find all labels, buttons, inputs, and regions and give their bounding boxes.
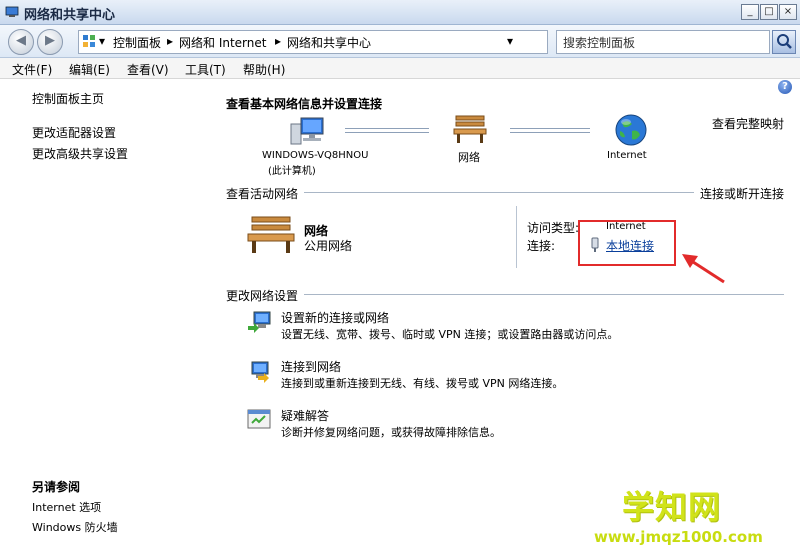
task-title-new-connection[interactable]: 设置新的连接或网络 — [281, 309, 389, 326]
control-panel-icon — [83, 35, 95, 47]
menu-view[interactable]: 查看(V) — [127, 61, 169, 78]
breadcrumb-network-internet[interactable]: 网络和 Internet — [179, 34, 266, 51]
task-title-connect-network[interactable]: 连接到网络 — [281, 358, 341, 375]
task-desc-connect-network: 连接到或重新连接到无线、有线、拨号或 VPN 网络连接。 — [281, 377, 564, 390]
back-arrow-icon: ◀ — [16, 33, 26, 48]
change-settings-heading: 更改网络设置 — [226, 289, 299, 303]
breadcrumb-separator-icon[interactable]: ▸ — [275, 34, 281, 48]
search-input[interactable]: 搜索控制面板 — [556, 30, 770, 54]
internet-label: Internet — [607, 150, 647, 161]
menu-help[interactable]: 帮助(H) — [243, 61, 285, 78]
globe-icon — [615, 114, 647, 146]
connection-line — [510, 128, 590, 133]
forward-button[interactable]: ▶ — [37, 29, 63, 55]
connection-line — [345, 128, 429, 133]
search-placeholder: 搜索控制面板 — [563, 36, 636, 50]
divider — [304, 192, 694, 193]
computer-sub-label: (此计算机) — [268, 166, 316, 177]
address-bar[interactable]: ▾ 控制面板 ▸ 网络和 Internet ▸ 网络和共享中心 ▾ ↻ — [78, 30, 624, 54]
back-button[interactable]: ◀ — [8, 29, 34, 55]
breadcrumb-separator-icon[interactable]: ▸ — [167, 34, 173, 48]
menu-tools[interactable]: 工具(T) — [185, 61, 226, 78]
address-toolbar: ◀ ▶ ▾ 控制面板 ▸ 网络和 Internet ▸ 网络和共享中心 ▾ ↻ … — [0, 25, 800, 58]
divider — [304, 294, 784, 295]
help-icon[interactable]: ? — [778, 80, 792, 94]
access-type-label: 访问类型: — [527, 221, 580, 235]
search-button[interactable] — [772, 30, 796, 54]
task-desc-troubleshoot: 诊断并修复网络问题，或获得故障排除信息。 — [281, 426, 501, 439]
watermark-url: www.jmqz1000.com — [594, 528, 763, 546]
menu-bar: 文件(F) 编辑(E) 查看(V) 工具(T) 帮助(H) — [0, 58, 800, 79]
breadcrumb-control-panel[interactable]: 控制面板 — [113, 34, 161, 51]
see-also-internet-options[interactable]: Internet 选项 — [32, 499, 101, 515]
active-networks-heading: 查看活动网络 — [226, 187, 299, 201]
window-title: 网络和共享中心 — [24, 8, 116, 23]
search-icon — [777, 34, 792, 49]
new-connection-icon — [248, 311, 271, 333]
maximize-button[interactable]: □ — [760, 4, 778, 20]
annotation-arrow-icon — [682, 254, 725, 284]
bench-icon — [247, 216, 295, 253]
see-also-windows-firewall[interactable]: Windows 防火墙 — [32, 519, 118, 535]
connect-disconnect-link[interactable]: 连接或断开连接 — [700, 185, 784, 202]
see-also-heading: 另请参阅 — [32, 480, 81, 494]
computer-name-label: WINDOWS-VQ8HNOU — [262, 150, 369, 161]
divider — [516, 206, 517, 268]
sidebar-home-link[interactable]: 控制面板主页 — [32, 90, 104, 107]
troubleshoot-icon — [247, 409, 271, 429]
sidebar-item-advanced-sharing[interactable]: 更改高级共享设置 — [32, 145, 128, 162]
task-title-troubleshoot[interactable]: 疑难解答 — [281, 407, 329, 424]
view-full-map-link[interactable]: 查看完整映射 — [712, 115, 784, 132]
network-label: 网络 — [458, 151, 480, 164]
address-dropdown-icon[interactable]: ▾ — [507, 34, 513, 48]
minimize-button[interactable]: _ — [741, 4, 759, 20]
computer-icon — [290, 117, 324, 145]
connections-label: 连接: — [527, 239, 556, 253]
bench-icon — [453, 115, 487, 143]
active-network-type[interactable]: 公用网络 — [304, 237, 352, 254]
menu-edit[interactable]: 编辑(E) — [69, 61, 110, 78]
network-icon — [5, 6, 19, 17]
menu-file[interactable]: 文件(F) — [12, 61, 52, 78]
close-button[interactable]: × — [779, 4, 797, 20]
connect-to-network-icon — [251, 361, 269, 383]
sidebar-item-adapter-settings[interactable]: 更改适配器设置 — [32, 124, 116, 141]
watermark-logo: 学知网 — [622, 488, 722, 526]
forward-arrow-icon: ▶ — [45, 33, 55, 48]
highlight-box — [578, 220, 676, 266]
breadcrumb-sharing-center[interactable]: 网络和共享中心 — [287, 34, 371, 51]
page-title: 查看基本网络信息并设置连接 — [226, 97, 383, 111]
breadcrumb-separator-icon[interactable]: ▾ — [99, 34, 105, 48]
task-desc-new-connection: 设置无线、宽带、拨号、临时或 VPN 连接；或设置路由器或访问点。 — [281, 328, 619, 341]
title-bar: 网络和共享中心 _ □ × — [0, 0, 800, 25]
